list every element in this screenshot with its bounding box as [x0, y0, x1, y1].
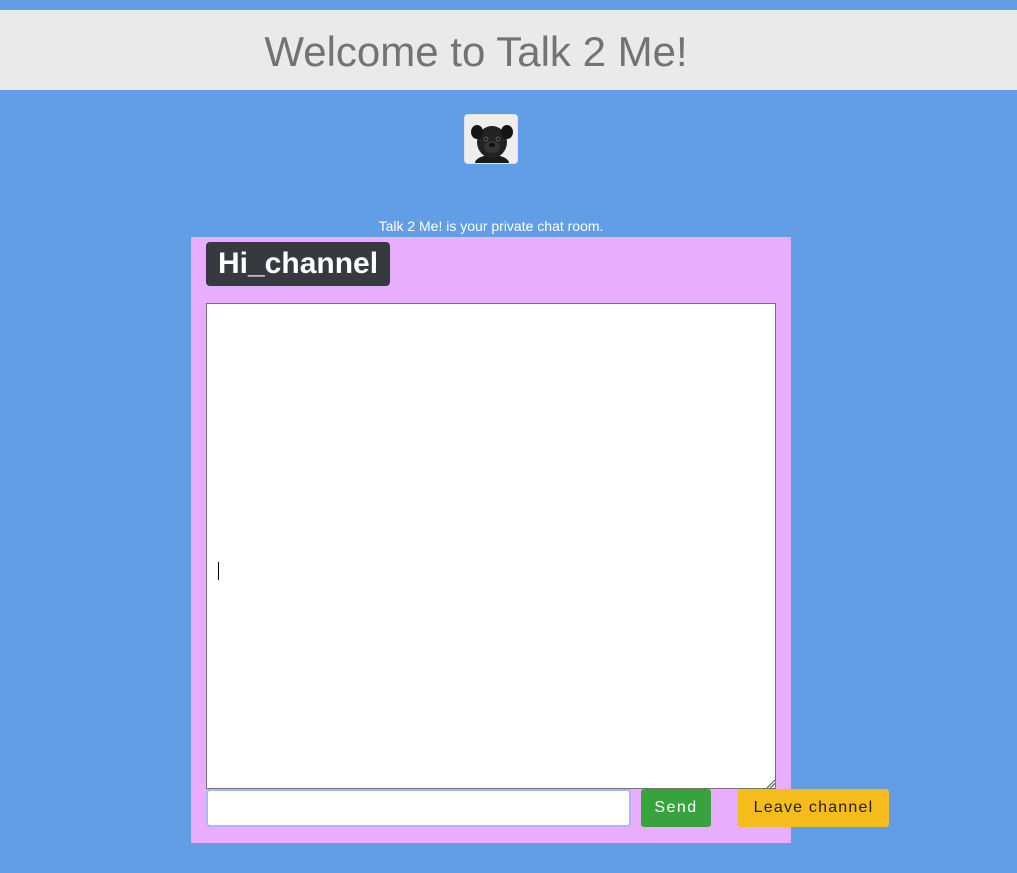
send-button[interactable]: Send [641, 789, 711, 827]
page-title: Welcome to Talk 2 Me! [264, 28, 688, 75]
resize-grip-icon[interactable] [766, 779, 776, 789]
messages-area[interactable] [206, 303, 776, 789]
tagline-text: Talk 2 Me! is your private chat room. [378, 218, 604, 234]
channel-name-badge: Hi_channel [206, 242, 391, 286]
chat-panel: Hi_channel Send [191, 237, 791, 843]
message-input[interactable] [206, 789, 631, 827]
pug-dog-icon [465, 115, 517, 163]
leave-channel-button[interactable]: Leave channel [738, 789, 889, 827]
text-caret [218, 562, 219, 580]
avatar [464, 114, 518, 164]
